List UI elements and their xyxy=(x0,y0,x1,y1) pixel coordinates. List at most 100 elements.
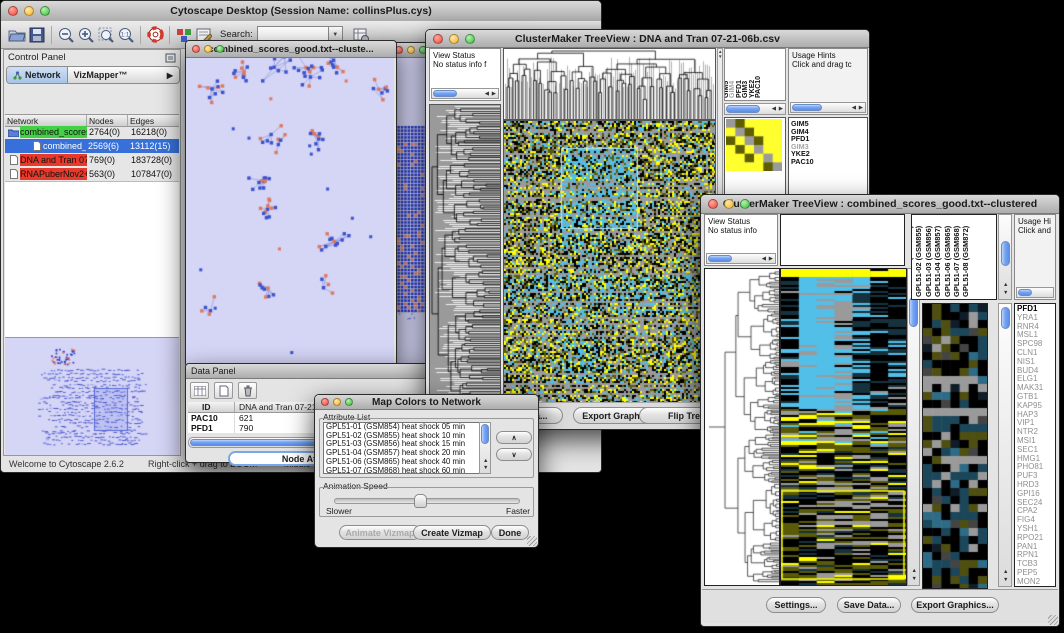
attribute-list-item[interactable]: GPL51-07 (GSM868) heat shock 60 min xyxy=(326,467,490,474)
close-button[interactable] xyxy=(321,398,329,406)
tv2-row-dendrogram[interactable] xyxy=(704,268,780,586)
save-icon[interactable] xyxy=(27,25,47,45)
attribute-list-vscrollbar[interactable]: ▲▼ xyxy=(479,422,491,474)
folder-icon xyxy=(7,128,20,137)
data-col-id: ID xyxy=(188,402,235,412)
minimize-button[interactable] xyxy=(449,34,459,44)
tv2-view-status-panel: View Status No status info ◀▶ xyxy=(704,214,778,266)
tv1-usage-hscrollbar[interactable]: ◀▶ xyxy=(790,102,866,113)
tv2-usage-hints-text: Click and xyxy=(1018,226,1051,235)
control-panel: Control Panel Network VizMapper™ ▶ Netwo… xyxy=(3,49,181,456)
zoom-button[interactable] xyxy=(740,199,750,209)
open-icon[interactable] xyxy=(7,25,27,45)
network-edges: 107847(0) xyxy=(129,169,181,179)
tv1-column-labels-strip: GIM5GIM4PFD1GIM3YKE2PAC10 xyxy=(724,48,786,101)
export-graphics-button[interactable]: Export Graphics... xyxy=(911,597,999,613)
tv2-usage-hints-panel: Usage Hi Click and xyxy=(1014,214,1056,300)
tv2-column-labels-strip: GPL51-01 (GSM854)GPL51-02 (GSM855)GPL51-… xyxy=(911,214,997,300)
float-panel-icon[interactable] xyxy=(165,53,176,63)
move-down-button[interactable]: ∨ xyxy=(496,448,532,461)
zoom-in-icon[interactable] xyxy=(76,25,96,45)
minimize-button[interactable] xyxy=(724,199,734,209)
close-button[interactable] xyxy=(708,199,718,209)
save-data-button[interactable]: Save Data... xyxy=(837,597,901,613)
tv1-status-hscrollbar[interactable]: ◀▶ xyxy=(431,88,499,99)
tv2-labels-vscrollbar[interactable]: ▲▼ xyxy=(998,214,1012,300)
tv2-global-vscrollbar[interactable]: ▲▼ xyxy=(907,268,920,586)
close-button[interactable] xyxy=(433,34,443,44)
network-table-row[interactable]: combined_scores2764(0)16218(0) xyxy=(5,125,179,139)
main-titlebar[interactable]: Cytoscape Desktop (Session Name: collins… xyxy=(1,1,601,22)
network-overview-canvas[interactable] xyxy=(5,338,179,455)
tv1-usage-hints-text: Click and drag tc xyxy=(792,60,852,69)
minimize-button[interactable] xyxy=(24,6,34,16)
tv1-view-status-text: No status info f xyxy=(433,60,486,69)
new-attribute-icon[interactable] xyxy=(214,382,233,399)
network-nodes: 563(0) xyxy=(87,169,129,179)
row-label: PAC10 xyxy=(791,158,867,166)
network-list-empty-area xyxy=(5,181,179,337)
close-button[interactable] xyxy=(192,45,200,53)
column-label: PAC10 xyxy=(755,76,763,98)
tab-vizmapper[interactable]: VizMapper™ xyxy=(68,67,134,83)
tv2-status-hscrollbar[interactable]: ◀▶ xyxy=(706,253,776,264)
tv2-usage-hscrollbar[interactable] xyxy=(1016,287,1054,298)
tv1-cluster-matrix[interactable] xyxy=(726,119,782,171)
zoom-button[interactable] xyxy=(40,6,50,16)
column-label: GPL51-07 (GSM868) xyxy=(953,226,961,297)
column-label: GPL51-03 (GSM856) xyxy=(925,226,933,297)
treeview1-titlebar[interactable]: ClusterMaker TreeView : DNA and Tran 07-… xyxy=(426,30,869,48)
zoom-selected-icon[interactable] xyxy=(96,25,116,45)
attribute-select-icon[interactable] xyxy=(190,382,209,399)
network-table-row[interactable]: combined_sco2569(6)13112(15) xyxy=(5,139,179,153)
resize-grip[interactable] xyxy=(527,536,537,546)
data-panel-toolbar xyxy=(190,382,257,399)
zoom-button[interactable] xyxy=(465,34,475,44)
help-icon[interactable] xyxy=(145,25,165,45)
minimize-button[interactable] xyxy=(333,398,341,406)
create-vizmap-button[interactable]: Create Vizmap xyxy=(413,525,491,540)
animate-vizmap-button[interactable]: Animate Vizmap xyxy=(339,525,421,540)
move-up-button[interactable]: ∧ xyxy=(496,431,532,444)
settings-button[interactable]: Settings... xyxy=(766,597,826,613)
done-button[interactable]: Done xyxy=(491,525,529,540)
tv1-usage-hints-title: Usage Hints xyxy=(792,51,836,60)
animation-speed-track[interactable] xyxy=(334,498,520,504)
tab-overflow-arrow[interactable]: ▶ xyxy=(161,67,179,83)
network-table-row[interactable]: RNAPuberNov2+563(0)107847(0) xyxy=(5,167,179,181)
minimize-button[interactable] xyxy=(407,46,415,54)
search-label: Search: xyxy=(220,29,253,40)
tv1-view-status-title: View Status xyxy=(433,51,475,60)
animation-speed-slider[interactable] xyxy=(414,494,427,508)
zoom-fit-icon[interactable]: 1:1 xyxy=(116,25,136,45)
tv2-zoom-vscrollbar[interactable]: ▲▼ xyxy=(998,303,1012,587)
tv1-matrix-hscrollbar[interactable]: ◀▶ xyxy=(724,103,786,115)
network-view-canvas[interactable] xyxy=(186,58,394,365)
tv2-global-heatmap[interactable] xyxy=(780,268,907,586)
tv1-view-status-panel: View Status No status info f ◀▶ xyxy=(429,48,501,101)
attribute-listbox[interactable]: GPL51-01 (GSM854) heat shock 05 minGPL51… xyxy=(323,422,491,474)
tab-network[interactable]: Network xyxy=(7,67,68,83)
zoom-button[interactable] xyxy=(216,45,224,53)
zoom-button[interactable] xyxy=(345,398,353,406)
close-button[interactable] xyxy=(8,6,18,16)
resize-grip[interactable] xyxy=(1048,615,1058,625)
data-panel-title: Data Panel xyxy=(191,366,236,376)
network-view-titlebar[interactable]: combined_scores_good.txt--cluste... xyxy=(186,41,396,58)
zoom-out-icon[interactable] xyxy=(56,25,76,45)
tv2-zoom-heatmap[interactable] xyxy=(922,303,988,589)
data-panel-titlebar[interactable]: Data Panel xyxy=(186,364,431,379)
tv1-column-dendrogram[interactable] xyxy=(503,48,716,120)
network-table-row[interactable]: DNA and Tran 07769(0)183728(0) xyxy=(5,153,179,167)
tv1-row-dendrogram[interactable] xyxy=(429,104,501,404)
dialog-titlebar[interactable]: Map Colors to Network xyxy=(315,395,538,410)
main-window-title: Cytoscape Desktop (Session Name: collins… xyxy=(170,5,431,17)
delete-attribute-icon[interactable] xyxy=(238,382,257,399)
column-label: GPL51-02 (GSM855) xyxy=(915,226,923,297)
control-panel-title: Control Panel xyxy=(8,52,66,63)
treeview2-titlebar[interactable]: ClusterMaker TreeView : combined_scores_… xyxy=(701,195,1059,214)
treeview2-title: ClusterMaker TreeView : combined_scores_… xyxy=(723,198,1037,210)
tv1-heatmap[interactable] xyxy=(503,120,716,404)
minimize-button[interactable] xyxy=(204,45,212,53)
tv2-column-dendrogram-area[interactable] xyxy=(780,214,905,266)
